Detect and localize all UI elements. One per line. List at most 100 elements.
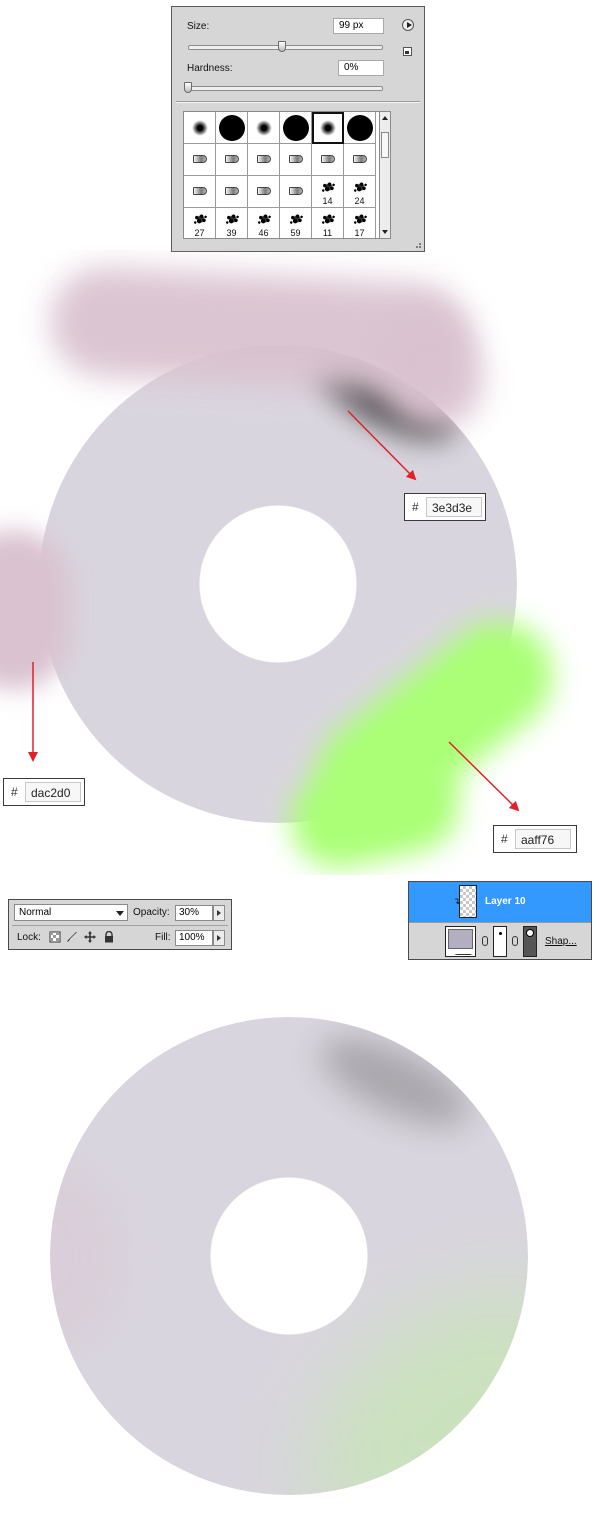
hardness-slider-track[interactable] — [188, 86, 383, 91]
brush-size-label: 11 — [322, 228, 333, 238]
tool-tip-brush-icon — [193, 155, 207, 163]
brush-preset[interactable] — [216, 112, 248, 144]
brush-size-label: 14 — [322, 196, 333, 206]
scatter-brush-icon — [224, 212, 240, 226]
hardness-label: Hardness: — [187, 63, 233, 74]
lock-label: Lock: — [17, 932, 41, 943]
brush-preset[interactable] — [344, 144, 376, 176]
brush-preset-panel: Size: 99 px Hardness: 0% 14 24 27 39 46 59 11 1… — [171, 6, 425, 252]
flyout-menu-icon[interactable] — [402, 19, 414, 31]
layer-mask-thumbnail[interactable] — [493, 926, 507, 957]
fill-input[interactable]: 100% — [175, 930, 213, 946]
brush-size-label: 17 — [354, 228, 365, 238]
hard-round-brush-icon — [347, 115, 373, 141]
shape-layer-icon[interactable] — [445, 926, 476, 957]
blend-mode-value: Normal — [19, 907, 52, 918]
brush-preset[interactable]: 46 — [248, 208, 280, 238]
brush-preset[interactable] — [280, 112, 312, 144]
layer-name[interactable]: Shap... — [545, 936, 577, 947]
brush-preset[interactable] — [184, 112, 216, 144]
layer-options-bar: Normal Opacity: 30% Lock: Fill: 100% — [8, 899, 232, 950]
lock-transparent-pixels-icon[interactable] — [49, 931, 61, 943]
brush-preset[interactable] — [312, 144, 344, 176]
fill-label: Fill: — [155, 932, 171, 943]
opacity-arrow-icon[interactable] — [213, 905, 225, 921]
tool-tip-brush-icon — [225, 187, 239, 195]
brush-preset[interactable] — [216, 144, 248, 176]
layer-thumbnail[interactable] — [459, 885, 477, 918]
brush-preset-grid: 14 24 27 39 46 59 11 17 — [183, 111, 380, 239]
hex-value-pink[interactable]: dac2d0 — [25, 782, 81, 802]
brush-preset[interactable] — [312, 112, 344, 144]
brush-preset[interactable]: 11 — [312, 208, 344, 238]
opacity-label: Opacity: — [133, 907, 170, 918]
scroll-thumb[interactable] — [381, 132, 389, 158]
link-icon — [482, 936, 488, 946]
swatch-dark: # 3e3d3e — [404, 493, 486, 521]
brush-preset[interactable] — [248, 176, 280, 208]
fill-arrow-icon[interactable] — [213, 930, 225, 946]
arrow-to-green — [448, 741, 520, 812]
brush-preset[interactable]: 39 — [216, 208, 248, 238]
brush-preset[interactable]: 17 — [344, 208, 376, 238]
resize-grip-icon[interactable] — [415, 242, 422, 249]
hex-value-dark[interactable]: 3e3d3e — [426, 497, 482, 517]
tool-tip-brush-icon — [257, 155, 271, 163]
swatch-pink: # dac2d0 — [3, 778, 85, 806]
brush-preset[interactable] — [184, 176, 216, 208]
brush-preset[interactable]: 24 — [344, 176, 376, 208]
size-slider-thumb[interactable] — [278, 41, 286, 52]
soft-round-brush-icon — [192, 120, 208, 136]
canvas-strokes-illustration — [0, 250, 600, 875]
brush-size-label: 46 — [258, 228, 269, 238]
brush-preset[interactable]: 59 — [280, 208, 312, 238]
brush-preset[interactable] — [280, 176, 312, 208]
tool-tip-brush-icon — [257, 187, 271, 195]
lock-position-icon[interactable] — [84, 931, 96, 943]
brush-size-label: 39 — [226, 228, 237, 238]
opacity-input[interactable]: 30% — [175, 905, 213, 921]
size-input[interactable]: 99 px — [333, 18, 384, 34]
brush-preset[interactable] — [216, 176, 248, 208]
blend-mode-select[interactable]: Normal — [14, 904, 128, 921]
brush-size-label: 27 — [194, 228, 205, 238]
donut-shape-result — [50, 1017, 528, 1495]
lock-all-icon[interactable] — [103, 931, 115, 943]
hash-symbol: # — [11, 785, 18, 799]
brush-size-label: 59 — [290, 228, 301, 238]
chevron-down-icon[interactable] — [116, 911, 124, 916]
brush-preset[interactable] — [344, 112, 376, 144]
tool-tip-brush-icon — [289, 187, 303, 195]
hash-symbol: # — [412, 500, 419, 514]
link-icon — [512, 936, 518, 946]
scroll-up-icon[interactable] — [382, 116, 388, 120]
hardness-input[interactable]: 0% — [338, 60, 384, 76]
scatter-brush-icon — [288, 212, 304, 226]
swatch-green: # aaff76 — [493, 825, 577, 853]
hex-value-green[interactable]: aaff76 — [515, 829, 571, 849]
tool-tip-brush-icon — [289, 155, 303, 163]
layer-row-shape[interactable]: Shap... — [409, 922, 591, 959]
scatter-brush-icon — [192, 212, 208, 226]
brush-preset[interactable]: 27 — [184, 208, 216, 238]
brush-preset[interactable] — [248, 112, 280, 144]
layer-name[interactable]: Layer 10 — [485, 896, 526, 907]
lock-image-pixels-icon[interactable] — [66, 931, 78, 943]
soft-round-brush-icon — [320, 120, 336, 136]
scroll-down-icon[interactable] — [382, 230, 388, 234]
arrow-to-dark — [347, 410, 417, 481]
brush-preset[interactable] — [280, 144, 312, 176]
brush-preset[interactable] — [184, 144, 216, 176]
scatter-brush-icon — [320, 212, 336, 226]
layer-row-layer-10[interactable]: ↴ Layer 10 — [409, 882, 591, 922]
preset-scrollbar[interactable] — [380, 111, 391, 239]
vector-mask-thumbnail[interactable] — [523, 926, 537, 957]
scatter-brush-icon — [352, 212, 368, 226]
hard-round-brush-icon — [283, 115, 309, 141]
hardness-slider-thumb[interactable] — [184, 82, 192, 93]
hard-round-brush-icon — [219, 115, 245, 141]
new-preset-icon[interactable] — [403, 47, 412, 56]
brush-preset[interactable] — [248, 144, 280, 176]
scatter-brush-icon — [352, 180, 368, 194]
brush-preset[interactable]: 14 — [312, 176, 344, 208]
